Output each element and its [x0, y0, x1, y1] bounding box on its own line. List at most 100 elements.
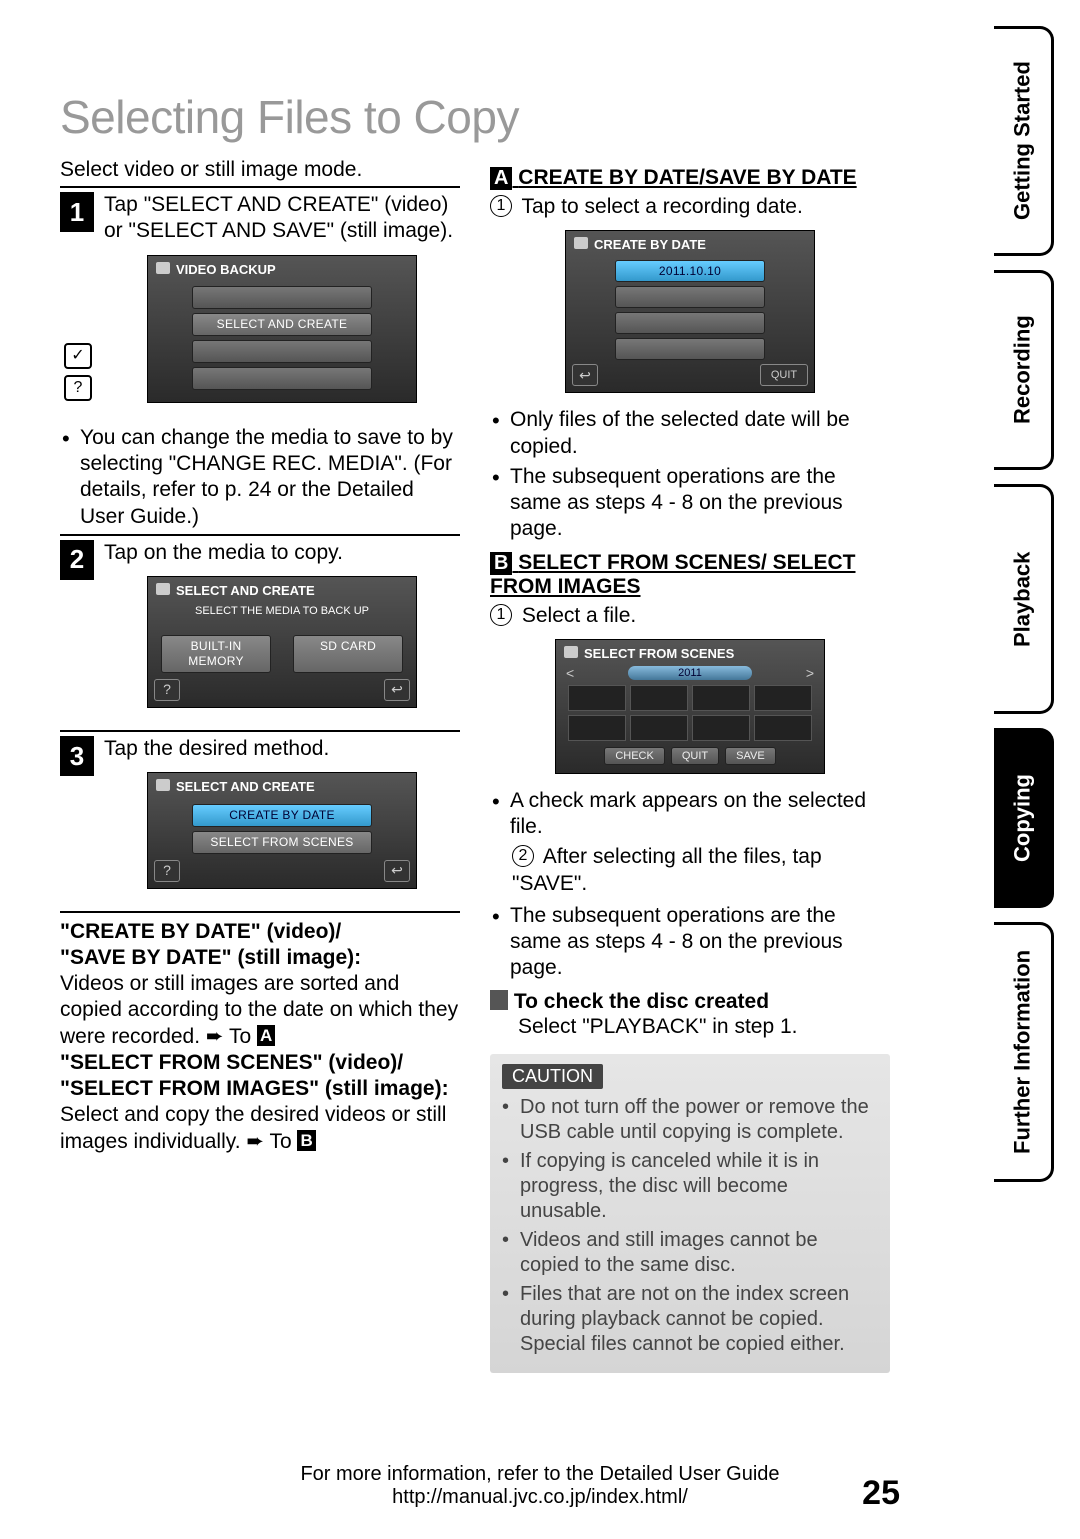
method2-head-b: "SELECT FROM IMAGES" (still image): [60, 1077, 449, 1100]
date-selected[interactable]: 2011.10.10 [615, 260, 765, 282]
section-a-head: A CREATE BY DATE/SAVE BY DATE [490, 166, 890, 190]
caution-box: CAUTION Do not turn off the power or rem… [490, 1054, 890, 1373]
screen1-row-blank2 [192, 340, 372, 363]
thumbnail-grid [568, 685, 812, 741]
section-tabs: Getting Started Recording Playback Copyi… [994, 26, 1054, 1182]
screen3-title: SELECT AND CREATE [154, 777, 410, 799]
section-b-title: SELECT FROM SCENES/ SELECT FROM IMAGES [490, 551, 856, 598]
divider [60, 911, 460, 913]
circle-1a: 1 [490, 195, 512, 217]
section-a-title: CREATE BY DATE/SAVE BY DATE [518, 166, 856, 189]
square-bullet-icon [490, 990, 508, 1010]
screen1-row-blank3 [192, 367, 372, 390]
section-b-step2: After selecting all the files, tap "SAVE… [512, 845, 822, 894]
tab-further-information[interactable]: Further Information [994, 922, 1054, 1182]
screen1-title: VIDEO BACKUP [154, 260, 410, 282]
badge-b: B [490, 552, 512, 575]
page-footer: For more information, refer to the Detai… [0, 1463, 1080, 1509]
screenA-title: CREATE BY DATE [572, 235, 808, 256]
badge-a: A [490, 167, 512, 190]
thumbnail[interactable] [630, 715, 688, 741]
thumbnail[interactable] [692, 685, 750, 711]
step-3-text: Tap the desired method. [104, 737, 329, 760]
screen-select-media: SELECT AND CREATE SELECT THE MEDIA TO BA… [147, 576, 417, 708]
builtin-memory-button[interactable]: BUILT-IN MEMORY [161, 635, 271, 673]
check-disc-title: To check the disc created [514, 990, 769, 1013]
tab-playback[interactable]: Playback [994, 484, 1054, 714]
badge-b-inline: B [297, 1130, 315, 1151]
screen1-select-and-create[interactable]: SELECT AND CREATE [192, 313, 372, 336]
step-2-text: Tap on the media to copy. [104, 541, 343, 564]
screenB-year: 2011 [628, 666, 752, 680]
date-row2[interactable] [615, 286, 765, 308]
step-3: 3 Tap the desired method. SELECT AND CRE… [60, 730, 460, 903]
right-column: A CREATE BY DATE/SAVE BY DATE 1 Tap to s… [490, 158, 890, 1373]
screenB-next-icon[interactable]: > [806, 665, 814, 681]
caution-label: CAUTION [502, 1064, 603, 1089]
screen2-back-icon[interactable]: ↩ [384, 679, 410, 701]
circle-1b: 1 [490, 604, 512, 626]
section-b-head: B SELECT FROM SCENES/ SELECT FROM IMAGES [490, 551, 890, 599]
screen-video-backup: VIDEO BACKUP SELECT AND CREATE [147, 255, 417, 403]
tab-getting-started[interactable]: Getting Started [994, 26, 1054, 256]
method2-to: To [269, 1130, 291, 1153]
screenB-prev-icon[interactable]: < [566, 665, 574, 681]
method1-head-a: "CREATE BY DATE" (video)/ [60, 920, 341, 943]
screenB-quit-button[interactable]: QUIT [671, 747, 719, 765]
step-1-number: 1 [60, 192, 94, 232]
thumbnail[interactable] [568, 685, 626, 711]
step-1: 1 Tap "SELECT AND CREATE" (video) or "SE… [60, 186, 460, 417]
footer-url: http://manual.jvc.co.jp/index.html/ [392, 1486, 688, 1508]
step-1-text-a: Tap "SELECT AND CREATE" (video) [104, 193, 448, 216]
thumbnail[interactable] [692, 715, 750, 741]
caution-item-2: If copying is canceled while it is in pr… [502, 1149, 878, 1224]
screenB-save-button[interactable]: SAVE [725, 747, 776, 765]
caution-item-4: Files that are not on the index screen d… [502, 1282, 878, 1357]
step-3-number: 3 [60, 736, 94, 776]
screen-select-method: SELECT AND CREATE CREATE BY DATE SELECT … [147, 772, 417, 888]
screenA-back-icon[interactable]: ↩ [572, 364, 598, 386]
section-b-step1: Select a file. [522, 604, 636, 627]
page-number: 25 [862, 1474, 900, 1513]
thumbnail[interactable] [754, 715, 812, 741]
screenB-title: SELECT FROM SCENES [562, 644, 818, 665]
screen-select-from-scenes: SELECT FROM SCENES < 2011 > [555, 639, 825, 774]
method1-head-b: "SAVE BY DATE" (still image): [60, 946, 361, 969]
thumbnail[interactable] [568, 715, 626, 741]
screenA-quit-button[interactable]: QUIT [760, 364, 808, 386]
thumbnail[interactable] [630, 685, 688, 711]
date-row3[interactable] [615, 312, 765, 334]
step-2-number: 2 [60, 540, 94, 580]
screen2-title: SELECT AND CREATE [154, 581, 410, 603]
step1-bullet: You can change the media to save to by s… [60, 425, 460, 530]
left-column: Select video or still image mode. 1 Tap … [60, 158, 460, 1373]
create-by-date-button[interactable]: CREATE BY DATE [192, 804, 372, 827]
arrow-icon-2: ➨ [246, 1130, 264, 1153]
screen1-row-blank1 [192, 286, 372, 309]
screenB-check-button[interactable]: CHECK [604, 747, 665, 765]
screen2-help-icon[interactable]: ? [154, 679, 180, 701]
check-disc-text: Select "PLAYBACK" in step 1. [490, 1014, 890, 1040]
date-row4[interactable] [615, 338, 765, 360]
badge-a-inline: A [257, 1025, 275, 1046]
screen3-help-icon[interactable]: ? [154, 860, 180, 882]
tab-recording[interactable]: Recording [994, 270, 1054, 470]
screen3-back-icon[interactable]: ↩ [384, 860, 410, 882]
tab-copying[interactable]: Copying [994, 728, 1054, 908]
caution-item-1: Do not turn off the power or remove the … [502, 1095, 878, 1145]
step-2: 2 Tap on the media to copy. SELECT AND C… [60, 534, 460, 722]
help-side-icon: ? [64, 375, 92, 401]
method1-to: To [229, 1025, 251, 1048]
intro-text: Select video or still image mode. [60, 158, 460, 182]
select-from-scenes-button[interactable]: SELECT FROM SCENES [192, 831, 372, 854]
check-disc-head: To check the disc created [490, 990, 890, 1014]
bullet-a2: The subsequent operations are the same a… [490, 464, 890, 543]
screen2-subtitle: SELECT THE MEDIA TO BACK UP [154, 603, 410, 627]
bullet-b2: The subsequent operations are the same a… [490, 903, 890, 982]
bullet-b1: A check mark appears on the selected fil… [490, 788, 890, 841]
footer-line1: For more information, refer to the Detai… [300, 1463, 779, 1485]
thumbnail[interactable] [754, 685, 812, 711]
sd-card-button[interactable]: SD CARD [293, 635, 403, 673]
step-1-text-b: or "SELECT AND SAVE" (still image). [104, 219, 453, 242]
circle-2b: 2 [512, 845, 534, 867]
